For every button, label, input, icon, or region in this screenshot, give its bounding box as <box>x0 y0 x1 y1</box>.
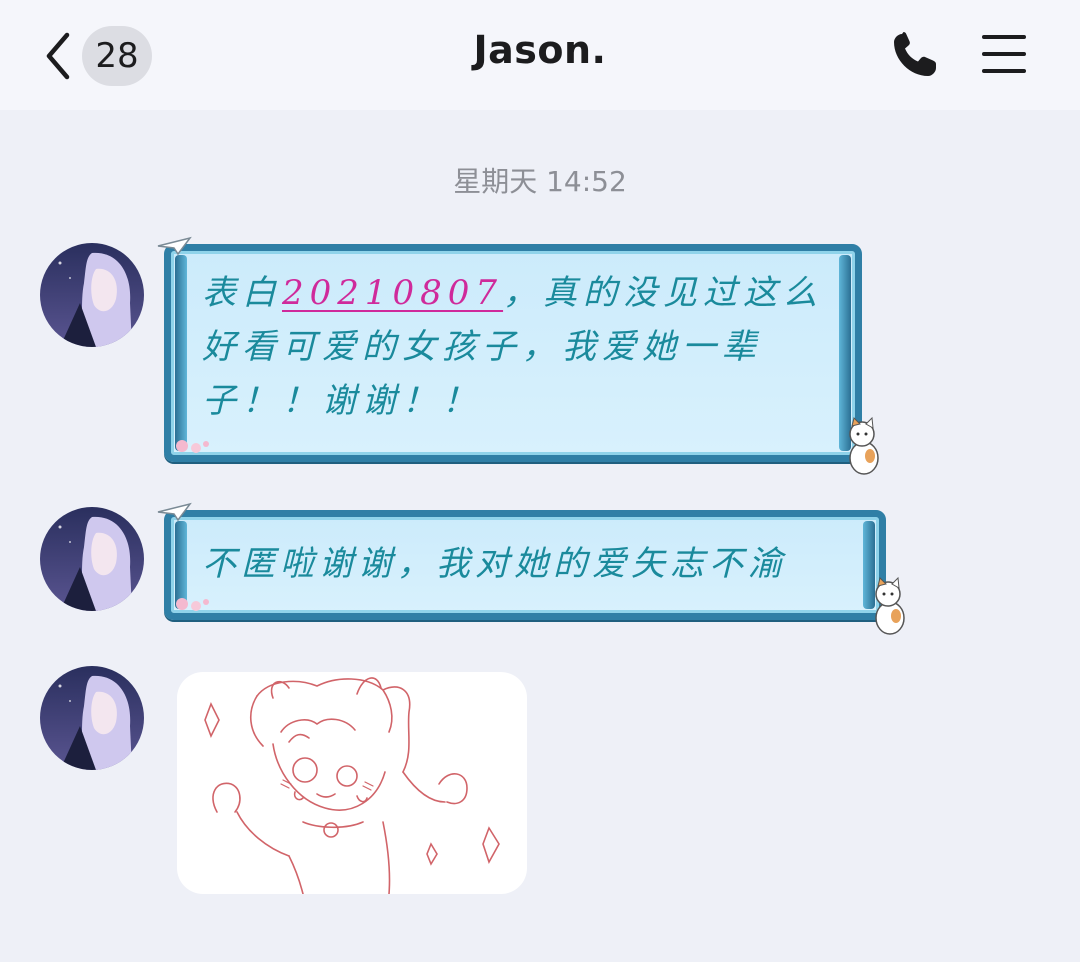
sketch-drawing-image <box>204 677 500 894</box>
flower-icon <box>176 440 209 453</box>
date-link[interactable]: 20210807 <box>282 273 503 313</box>
menu-button[interactable] <box>980 32 1030 76</box>
chat-header: 28 Jason. <box>0 0 1080 110</box>
message-text: 不匿啦谢谢，我对她的爱矢志不渝 <box>202 544 787 584</box>
avatar[interactable] <box>40 666 144 770</box>
back-button[interactable]: 28 <box>40 24 160 88</box>
call-button[interactable] <box>888 30 940 82</box>
cat-sticker-icon <box>875 576 905 635</box>
hamburger-menu-icon <box>982 35 1026 73</box>
message-bubble[interactable]: 不匿啦谢谢，我对她的爱矢志不渝 <box>157 502 905 635</box>
chat-title: Jason. <box>473 28 607 72</box>
flower-icon <box>176 598 209 611</box>
message-timestamp: 星期天 14:52 <box>453 165 627 198</box>
avatar[interactable] <box>40 507 144 611</box>
unread-count-badge: 28 <box>82 26 152 86</box>
phone-icon <box>894 32 936 76</box>
chevron-left-icon <box>40 29 76 83</box>
avatar[interactable] <box>40 243 144 347</box>
paper-plane-icon <box>157 236 192 256</box>
image-message[interactable] <box>177 672 527 894</box>
cat-sticker-icon <box>849 416 879 475</box>
message-bubble[interactable]: 表白20210807，真的没见过这么好看可爱的女孩子，我爱她一辈子！！谢谢！！ <box>157 236 879 475</box>
paper-plane-icon <box>157 502 192 522</box>
message-text: 表白20210807，真的没见过这么好看可爱的女孩子，我爱她一辈子！！谢谢！！ <box>202 266 828 428</box>
message-text-pre: 表白 <box>202 273 282 313</box>
